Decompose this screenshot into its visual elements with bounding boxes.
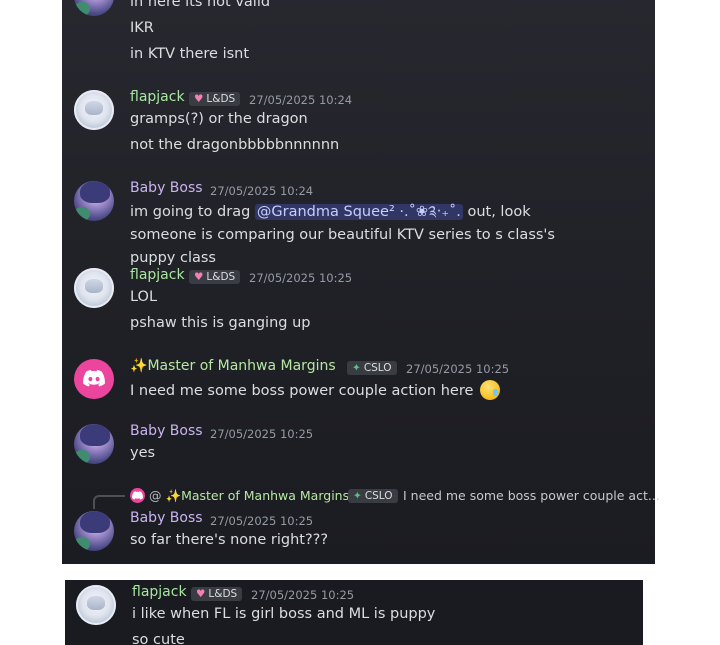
pleading-tear-emoji-icon xyxy=(480,380,501,400)
sparkle-icon: ✨ xyxy=(130,358,148,374)
role-tag[interactable]: ✦ CSLO xyxy=(348,489,398,503)
avatar-baby-boss[interactable] xyxy=(74,0,114,16)
author-name[interactable]: Baby Boss xyxy=(130,423,203,439)
discord-logo-icon xyxy=(83,370,105,387)
plus-sparkle-icon: ✦ xyxy=(353,490,362,502)
message-text: IKR xyxy=(130,20,154,36)
message-text: I need me some boss power couple action … xyxy=(130,380,501,400)
message-text: not the dragonbbbbbnnnnnn xyxy=(130,137,340,153)
author-name[interactable]: flapjack xyxy=(132,584,187,600)
role-tag[interactable]: ✦ CSLO xyxy=(347,361,397,375)
author-name[interactable]: Baby Boss xyxy=(130,180,203,196)
chat-screenshot-secondary: flapjack ♥ L&DS 27/05/2025 10:25 i like w… xyxy=(65,580,643,645)
message-text: in here its not valid xyxy=(130,0,271,10)
reply-author: Master of Manhwa Margins xyxy=(181,488,350,503)
timestamp: 27/05/2025 10:25 xyxy=(251,588,355,602)
role-tag[interactable]: ♥ L&DS xyxy=(191,587,243,601)
avatar-flapjack[interactable] xyxy=(76,585,116,625)
user-mention[interactable]: @Grandma Squee² ·.˚❀༉‧₊˚. xyxy=(254,204,463,220)
timestamp: 27/05/2025 10:25 xyxy=(210,427,314,441)
heart-icon: ♥ xyxy=(196,588,206,600)
timestamp: 27/05/2025 10:24 xyxy=(210,184,314,198)
message-text: pshaw this is ganging up xyxy=(130,315,311,331)
timestamp: 27/05/2025 10:25 xyxy=(249,271,353,285)
author-name[interactable]: Baby Boss xyxy=(130,510,203,526)
avatar-discord-default[interactable] xyxy=(74,359,114,399)
avatar-flapjack[interactable] xyxy=(74,90,114,130)
message-text: im going to drag @Grandma Squee² ·.˚❀༉‧₊… xyxy=(130,204,555,266)
reply-text: I need me some boss power couple act... xyxy=(403,488,660,503)
avatar-flapjack[interactable] xyxy=(74,268,114,308)
author-name[interactable]: flapjack xyxy=(130,89,185,105)
plus-sparkle-icon: ✦ xyxy=(352,362,361,374)
message-text: LOL xyxy=(130,289,158,305)
avatar-baby-boss[interactable] xyxy=(74,511,114,551)
heart-icon: ♥ xyxy=(194,93,204,105)
author-name[interactable]: ✨Master of Manhwa Margins xyxy=(130,358,336,374)
heart-icon: ♥ xyxy=(194,271,204,283)
reply-avatar[interactable] xyxy=(130,488,145,503)
message-text: gramps(?) or the dragon xyxy=(130,111,308,127)
message-text: in KTV there isnt xyxy=(130,46,250,62)
timestamp: 27/05/2025 10:25 xyxy=(406,362,510,376)
role-tag[interactable]: ♥ L&DS xyxy=(189,92,241,106)
timestamp: 27/05/2025 10:25 xyxy=(210,514,314,528)
message-text: so far there's none right??? xyxy=(130,532,329,548)
chat-screenshot-main: in here its not valid IKR in KTV there i… xyxy=(62,0,655,564)
timestamp: 27/05/2025 10:24 xyxy=(249,93,353,107)
avatar-baby-boss[interactable] xyxy=(74,181,114,221)
message-text: i like when FL is girl boss and ML is pu… xyxy=(132,606,436,622)
message-text: yes xyxy=(130,445,156,461)
sparkle-icon: ✨ xyxy=(165,488,182,503)
discord-logo-icon xyxy=(132,491,143,500)
role-tag[interactable]: ♥ L&DS xyxy=(189,270,241,284)
avatar-baby-boss[interactable] xyxy=(74,424,114,464)
reply-connector xyxy=(93,495,125,509)
author-name[interactable]: flapjack xyxy=(130,267,185,283)
reply-reference[interactable]: @ ✨Master of Manhwa Margins xyxy=(149,488,349,504)
message-text: so cute xyxy=(132,632,185,645)
